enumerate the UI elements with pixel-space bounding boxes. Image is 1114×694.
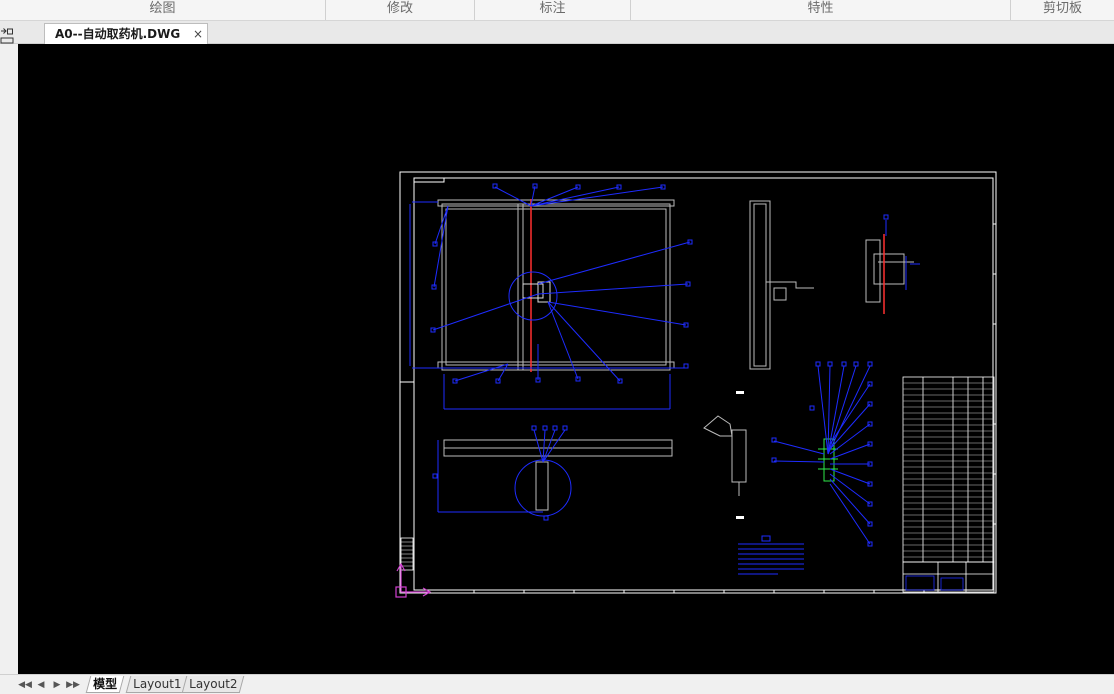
close-icon[interactable]: × [193,24,203,44]
title-block [902,561,995,593]
plan-view [443,439,673,511]
left-strip [0,44,18,674]
ribbon-bar: 绘图 修改 标注 特性 剪切板 [0,0,1114,21]
document-tab-bar: A0--自动取药机.DWG × [0,21,1114,44]
parts-list-rows [903,382,994,558]
corner-box [413,177,445,183]
prev-tab-icon[interactable]: ◀ [34,678,48,692]
cylinder-part [703,415,747,496]
next-tab-icon[interactable]: ▶ [50,678,64,692]
ribbon-group-draw[interactable]: 绘图 [0,0,326,20]
revision-rows [401,541,413,567]
ribbon-group-properties[interactable]: 特性 [631,0,1011,20]
front-view [437,199,675,371]
front-view-balloons [430,183,889,384]
parts-list [902,376,995,563]
layout-tab-bar: ◀◀ ◀ ▶ ▶▶ 模型 Layout1 Layout2 [0,674,1114,694]
sheet-outer-border [399,171,997,594]
tab-layout2-label: Layout2 [189,677,238,691]
side-view [749,200,814,370]
technical-notes [738,535,804,575]
ribbon-group-clipboard[interactable]: 剪切板 [1011,0,1114,20]
tab-layout1[interactable]: Layout1 [125,676,189,693]
sheet-inner-border [413,177,994,591]
tab-model[interactable]: 模型 [85,676,125,693]
front-view-leaders [432,185,691,382]
green-assembly-leaders [771,361,873,547]
tab-model-label: 模型 [93,677,118,691]
detail-circle-b [514,459,572,517]
drawing-canvas[interactable] [18,44,1114,674]
document-tab[interactable]: A0--自动取药机.DWG × [44,23,208,44]
first-tab-icon[interactable]: ◀◀ [18,678,32,692]
ribbon-group-modify[interactable]: 修改 [326,0,475,20]
top-right-detail [865,239,914,303]
document-tab-title: A0--自动取药机.DWG [55,27,181,41]
last-tab-icon[interactable]: ▶▶ [66,678,80,692]
tab-layout2[interactable]: Layout2 [181,676,245,693]
tab-layout1-label: Layout1 [133,677,182,691]
ribbon-group-annotate[interactable]: 标注 [475,0,631,20]
